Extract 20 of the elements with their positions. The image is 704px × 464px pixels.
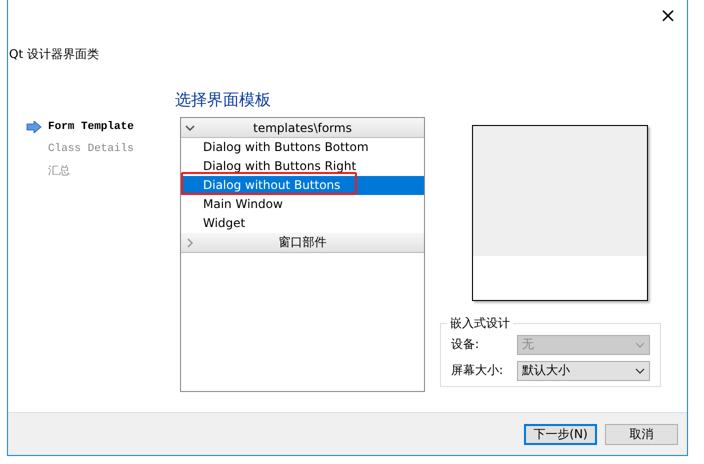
chevron-right-icon: [185, 238, 195, 248]
window-title: Qt 设计器界面类: [9, 47, 99, 61]
group-header[interactable]: 窗口部件: [181, 233, 424, 253]
template-item[interactable]: Main Window: [181, 195, 424, 214]
template-item[interactable]: Widget: [181, 214, 424, 233]
group-header[interactable]: templates\forms: [181, 118, 424, 138]
close-button[interactable]: ×: [653, 1, 683, 29]
cancel-button[interactable]: 取消: [605, 424, 678, 444]
wizard-step: Form Template: [48, 120, 134, 132]
dropdown[interactable]: 默认大小: [517, 360, 650, 380]
group-title: 嵌入式设计: [449, 315, 511, 332]
template-item[interactable]: Dialog with Buttons Bottom: [181, 138, 424, 157]
wizard-step: Class Details: [48, 142, 134, 154]
page-title: 选择界面模板: [175, 90, 271, 109]
template-item[interactable]: Dialog with Buttons Right: [181, 157, 424, 176]
wizard-step: 汇总: [48, 163, 70, 178]
next-button[interactable]: 下一步(N): [524, 424, 597, 444]
chevron-down-icon: [185, 123, 195, 133]
field-label: 屏幕大小:: [451, 362, 504, 379]
field-label: 设备:: [451, 336, 480, 353]
